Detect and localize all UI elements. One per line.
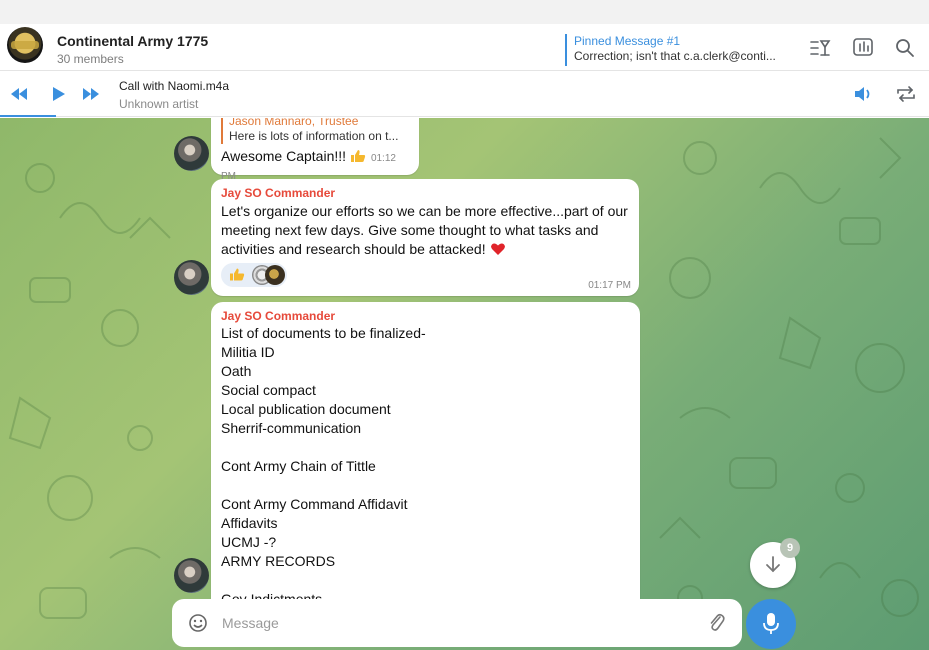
document-list: List of documents to be finalized- Milit… <box>221 324 630 609</box>
sender-avatar[interactable] <box>174 558 209 593</box>
reply-text: Here is lots of information on t... <box>229 129 399 143</box>
list-line: Militia ID <box>221 344 275 360</box>
emoji-icon[interactable] <box>188 613 208 633</box>
message-text: Awesome Captain!!! <box>221 148 347 164</box>
thumbs-up-icon[interactable] <box>229 267 245 282</box>
list-line: Cont Army Command Affidavit <box>221 496 408 512</box>
message-text: Let's organize our efforts so we can be … <box>221 203 628 257</box>
arrow-down-icon <box>766 556 780 573</box>
message-bubble[interactable]: Jay SO Commander Let's organize our effo… <box>211 179 639 296</box>
message-list[interactable]: Jason Mannaro, Trustee Here is lots of i… <box>0 118 929 650</box>
sender-name[interactable]: Jay SO Commander <box>221 185 629 201</box>
sender-avatar[interactable] <box>174 260 209 295</box>
list-line: Affidavits <box>221 515 278 531</box>
reply-sender: Jason Mannaro, Trustee <box>229 118 359 128</box>
list-line: Cont Army Chain of Tittle <box>221 458 376 474</box>
message-bubble[interactable]: Jay SO Commander List of documents to be… <box>211 302 640 612</box>
list-line <box>221 476 630 495</box>
repeat-icon[interactable] <box>895 85 917 103</box>
list-line: List of documents to be finalized- <box>221 325 426 341</box>
message-bubble[interactable]: Jason Mannaro, Trustee Here is lots of i… <box>211 118 419 182</box>
attach-icon[interactable] <box>709 612 725 634</box>
reactor-avatar[interactable] <box>265 265 285 285</box>
chat-title[interactable]: Continental Army 1775 <box>57 33 208 49</box>
filter-icon[interactable] <box>809 37 831 59</box>
playback-progress[interactable] <box>0 115 56 117</box>
heart-icon <box>490 243 505 255</box>
list-line: Oath <box>221 363 252 379</box>
volume-icon[interactable] <box>853 85 873 103</box>
forward-icon[interactable] <box>82 86 100 102</box>
reactions[interactable] <box>221 263 287 287</box>
list-line: Sherrif-communication <box>221 420 362 436</box>
pinned-title: Pinned Message #1 <box>574 34 681 48</box>
thumbs-up-icon <box>351 150 366 162</box>
list-line <box>221 438 630 457</box>
play-icon[interactable] <box>49 86 67 102</box>
list-line: Local publication document <box>221 401 391 417</box>
pinned-text: Correction; isn't that c.a.clerk@conti..… <box>574 49 776 63</box>
group-avatar[interactable] <box>7 27 43 63</box>
reply-quote[interactable]: Jason Mannaro, Trustee Here is lots of i… <box>221 118 409 144</box>
list-line: ARMY RECORDS <box>221 553 336 569</box>
message-time: 01:17 PM <box>588 280 631 291</box>
pinned-message[interactable]: Pinned Message #1 Correction; isn't that… <box>565 34 795 66</box>
rewind-icon[interactable] <box>10 86 28 102</box>
message-composer[interactable]: Message <box>172 599 742 647</box>
sender-avatar[interactable] <box>174 136 209 171</box>
search-icon[interactable] <box>894 37 916 59</box>
message-input[interactable]: Message <box>222 615 279 631</box>
poll-icon[interactable] <box>852 37 874 59</box>
list-line <box>221 571 630 590</box>
audio-player: Call with Naomi.m4a Unknown artist <box>0 71 929 117</box>
track-artist: Unknown artist <box>119 97 199 111</box>
sender-name[interactable]: Jay SO Commander <box>221 308 630 324</box>
top-strip <box>0 0 929 24</box>
voice-record-button[interactable] <box>746 599 796 649</box>
chat-header[interactable]: Continental Army 1775 30 members Pinned … <box>0 24 929 71</box>
member-count: 30 members <box>57 52 124 66</box>
unread-badge: 9 <box>780 538 800 558</box>
track-title[interactable]: Call with Naomi.m4a <box>119 79 229 93</box>
list-line: UCMJ -? <box>221 534 277 550</box>
list-line: Social compact <box>221 382 316 398</box>
mic-icon <box>763 613 779 634</box>
